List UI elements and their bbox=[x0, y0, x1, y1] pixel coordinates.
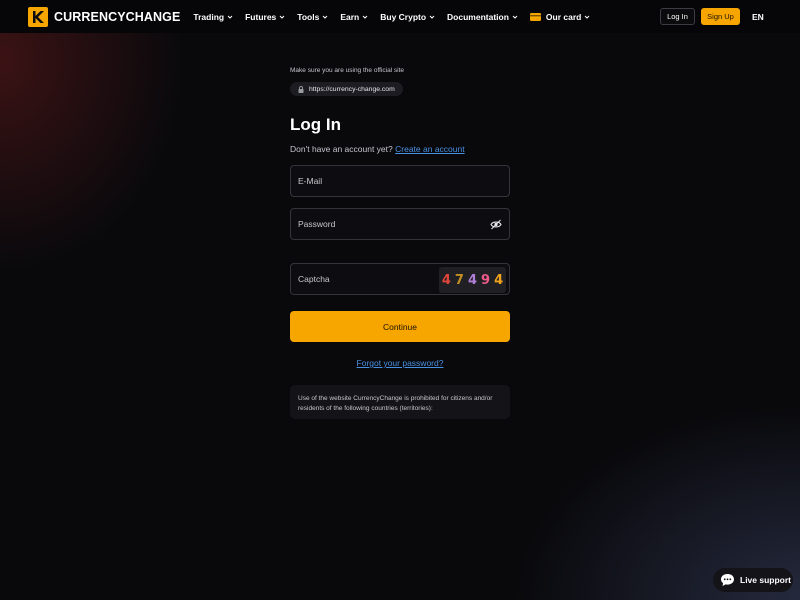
nav-trading-label: Trading bbox=[193, 11, 225, 22]
live-support-button[interactable]: Live support bbox=[713, 568, 793, 592]
chevron-down-icon bbox=[429, 15, 435, 19]
live-support-label: Live support bbox=[740, 575, 792, 585]
email-field[interactable]: E-Mail bbox=[290, 165, 510, 197]
eye-off-icon[interactable] bbox=[490, 219, 502, 230]
create-account-link[interactable]: Create an account bbox=[395, 144, 464, 154]
official-url-badge: https://currency-change.com bbox=[290, 82, 403, 96]
nav-tools[interactable]: Tools bbox=[297, 12, 328, 22]
logo-mark-icon bbox=[28, 6, 48, 27]
card-icon bbox=[529, 12, 541, 21]
chevron-down-icon bbox=[322, 15, 328, 19]
header-signup-button[interactable]: Sign Up bbox=[701, 8, 740, 25]
lock-icon bbox=[298, 85, 304, 93]
chevron-down-icon bbox=[585, 15, 590, 19]
restriction-notice: Use of the website CurrencyChange is pro… bbox=[290, 385, 510, 419]
captcha-digit: 4 bbox=[494, 272, 504, 288]
nav-earn-label: Earn bbox=[340, 11, 360, 22]
chevron-down-icon bbox=[279, 15, 285, 19]
forgot-password-link[interactable]: Forgot your password? bbox=[357, 358, 444, 368]
chat-bubble-icon bbox=[721, 574, 734, 586]
header-login-button[interactable]: Log In bbox=[660, 8, 695, 25]
nav-futures[interactable]: Futures bbox=[245, 12, 285, 22]
nav-buy-crypto-label: Buy Crypto bbox=[380, 11, 427, 22]
password-placeholder: Password bbox=[298, 219, 336, 229]
nav-futures-label: Futures bbox=[245, 11, 277, 22]
nav-earn[interactable]: Earn bbox=[340, 12, 368, 22]
nav-our-card[interactable]: Our card bbox=[529, 11, 590, 22]
captcha-field[interactable]: Captcha 47494 bbox=[290, 263, 510, 295]
brand-logo[interactable]: CURRENCYCHANGE bbox=[28, 6, 181, 27]
nav-tools-label: Tools bbox=[297, 11, 320, 22]
nav-our-card-label: Our card bbox=[545, 11, 582, 22]
captcha-digit: 4 bbox=[441, 272, 451, 288]
nav-buy-crypto[interactable]: Buy Crypto bbox=[380, 12, 435, 22]
nav-documentation[interactable]: Documentation bbox=[447, 12, 518, 22]
official-site-note: Make sure you are using the official sit… bbox=[290, 67, 405, 74]
chevron-down-icon bbox=[227, 15, 233, 19]
continue-button[interactable]: Continue bbox=[290, 311, 510, 342]
main-nav: Trading Futures Tools Earn Buy Crypto Do… bbox=[193, 12, 602, 22]
no-account-text: Don't have an account yet? bbox=[290, 144, 393, 154]
password-field[interactable]: Password bbox=[290, 208, 510, 240]
captcha-digit: 4 bbox=[467, 272, 478, 288]
page-title: Log In bbox=[290, 115, 341, 134]
chevron-down-icon bbox=[362, 15, 368, 19]
nav-trading[interactable]: Trading bbox=[193, 12, 233, 22]
language-selector[interactable]: EN bbox=[752, 12, 764, 22]
official-url-text: https://currency-change.com bbox=[309, 85, 395, 93]
chevron-down-icon bbox=[512, 15, 518, 19]
brand-name: CURRENCYCHANGE bbox=[54, 9, 181, 24]
nav-documentation-label: Documentation bbox=[447, 11, 509, 22]
top-header: CURRENCYCHANGE Trading Futures Tools Ear… bbox=[0, 0, 800, 33]
signup-prompt: Don't have an account yet? Create an acc… bbox=[290, 144, 465, 154]
email-placeholder: E-Mail bbox=[298, 176, 323, 186]
captcha-digit: 9 bbox=[481, 272, 491, 288]
forgot-password-row: Forgot your password? bbox=[290, 358, 510, 368]
captcha-image[interactable]: 47494 bbox=[439, 267, 506, 293]
captcha-placeholder: Captcha bbox=[298, 274, 330, 284]
captcha-digit: 7 bbox=[454, 272, 464, 288]
